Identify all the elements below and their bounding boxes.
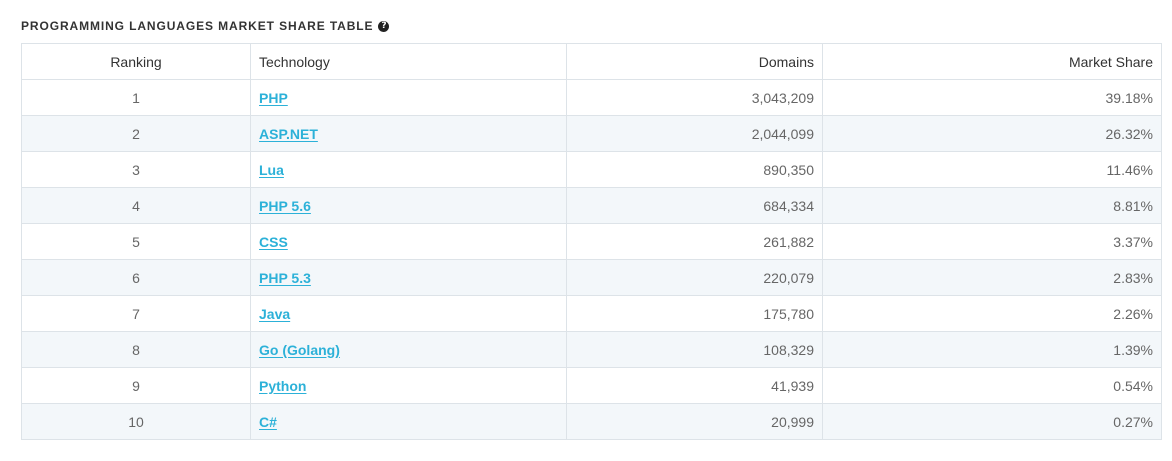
market-share-cell: 8.81% bbox=[822, 187, 1162, 224]
domains-cell: 261,882 bbox=[566, 223, 823, 260]
domains-cell: 2,044,099 bbox=[566, 115, 823, 152]
market-share-cell: 2.83% bbox=[822, 259, 1162, 296]
market-share-cell: 39.18% bbox=[822, 79, 1162, 116]
table-row: 4 PHP 5.6 684,334 8.81% bbox=[21, 187, 1162, 224]
market-share-cell: 2.26% bbox=[822, 295, 1162, 332]
technology-cell: ASP.NET bbox=[250, 115, 567, 152]
market-share-cell: 3.37% bbox=[822, 223, 1162, 260]
ranking-cell: 4 bbox=[21, 187, 251, 224]
domains-cell: 684,334 bbox=[566, 187, 823, 224]
column-header-technology: Technology bbox=[250, 43, 567, 80]
technology-cell: Go (Golang) bbox=[250, 331, 567, 368]
ranking-cell: 6 bbox=[21, 259, 251, 296]
column-header-market-share: Market Share bbox=[822, 43, 1162, 80]
column-header-domains: Domains bbox=[566, 43, 823, 80]
ranking-cell: 8 bbox=[21, 331, 251, 368]
technology-link[interactable]: PHP bbox=[259, 90, 288, 106]
technology-cell: Java bbox=[250, 295, 567, 332]
table-row: 1 PHP 3,043,209 39.18% bbox=[21, 79, 1162, 116]
table-title: PROGRAMMING LANGUAGES MARKET SHARE TABLE bbox=[21, 19, 374, 33]
ranking-cell: 2 bbox=[21, 115, 251, 152]
market-share-cell: 26.32% bbox=[822, 115, 1162, 152]
domains-cell: 220,079 bbox=[566, 259, 823, 296]
domains-cell: 3,043,209 bbox=[566, 79, 823, 116]
ranking-cell: 1 bbox=[21, 79, 251, 116]
market-share-panel: PROGRAMMING LANGUAGES MARKET SHARE TABLE… bbox=[0, 0, 1172, 461]
technology-link[interactable]: Python bbox=[259, 378, 306, 394]
table-row: 7 Java 175,780 2.26% bbox=[21, 295, 1162, 332]
technology-cell: CSS bbox=[250, 223, 567, 260]
table-header-row: Ranking Technology Domains Market Share bbox=[21, 43, 1162, 80]
table-row: 3 Lua 890,350 11.46% bbox=[21, 151, 1162, 188]
table-heading: PROGRAMMING LANGUAGES MARKET SHARE TABLE… bbox=[21, 17, 390, 35]
ranking-cell: 7 bbox=[21, 295, 251, 332]
table-row: 5 CSS 261,882 3.37% bbox=[21, 223, 1162, 260]
market-share-cell: 0.54% bbox=[822, 367, 1162, 404]
ranking-cell: 3 bbox=[21, 151, 251, 188]
technology-link[interactable]: Go (Golang) bbox=[259, 342, 340, 358]
ranking-cell: 9 bbox=[21, 367, 251, 404]
technology-link[interactable]: ASP.NET bbox=[259, 126, 318, 142]
table-row: 6 PHP 5.3 220,079 2.83% bbox=[21, 259, 1162, 296]
market-share-table: Ranking Technology Domains Market Share … bbox=[21, 43, 1162, 440]
table-row: 10 C# 20,999 0.27% bbox=[21, 403, 1162, 440]
domains-cell: 108,329 bbox=[566, 331, 823, 368]
table-row: 2 ASP.NET 2,044,099 26.32% bbox=[21, 115, 1162, 152]
technology-link[interactable]: CSS bbox=[259, 234, 288, 250]
domains-cell: 175,780 bbox=[566, 295, 823, 332]
market-share-cell: 1.39% bbox=[822, 331, 1162, 368]
domains-cell: 41,939 bbox=[566, 367, 823, 404]
technology-link[interactable]: C# bbox=[259, 414, 277, 430]
technology-link[interactable]: Java bbox=[259, 306, 290, 322]
technology-link[interactable]: PHP 5.3 bbox=[259, 270, 311, 286]
technology-cell: Python bbox=[250, 367, 567, 404]
technology-cell: C# bbox=[250, 403, 567, 440]
technology-cell: PHP 5.6 bbox=[250, 187, 567, 224]
technology-cell: PHP 5.3 bbox=[250, 259, 567, 296]
ranking-cell: 5 bbox=[21, 223, 251, 260]
table-row: 8 Go (Golang) 108,329 1.39% bbox=[21, 331, 1162, 368]
question-circle-icon[interactable]: ? bbox=[378, 20, 390, 32]
market-share-cell: 11.46% bbox=[822, 151, 1162, 188]
technology-cell: Lua bbox=[250, 151, 567, 188]
market-share-cell: 0.27% bbox=[822, 403, 1162, 440]
technology-link[interactable]: PHP 5.6 bbox=[259, 198, 311, 214]
column-header-ranking: Ranking bbox=[21, 43, 251, 80]
technology-cell: PHP bbox=[250, 79, 567, 116]
ranking-cell: 10 bbox=[21, 403, 251, 440]
domains-cell: 890,350 bbox=[566, 151, 823, 188]
table-row: 9 Python 41,939 0.54% bbox=[21, 367, 1162, 404]
domains-cell: 20,999 bbox=[566, 403, 823, 440]
technology-link[interactable]: Lua bbox=[259, 162, 284, 178]
